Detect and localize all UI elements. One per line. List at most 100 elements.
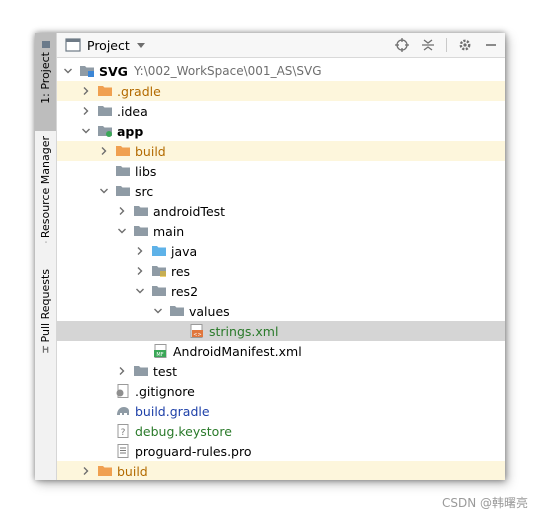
- chevron-down-icon[interactable]: [81, 121, 91, 141]
- chevron-down-icon[interactable]: [136, 41, 146, 49]
- tree-row-test[interactable]: test: [57, 361, 505, 381]
- svg-text:?: ?: [121, 428, 126, 438]
- left-tool-strip: 1: Project Resource Manager Pull Request…: [35, 33, 57, 480]
- tree-row-gradle-dir[interactable]: .gradle: [57, 81, 505, 101]
- tree-row-android-manifest[interactable]: MF AndroidManifest.xml: [57, 341, 505, 361]
- tree-label: proguard-rules.pro: [135, 443, 252, 459]
- tree-row-idea[interactable]: .idea: [57, 101, 505, 121]
- panel-header: Project: [57, 33, 505, 58]
- chevron-down-icon[interactable]: [135, 281, 145, 301]
- text-file-icon: [115, 444, 131, 458]
- chevron-down-icon[interactable]: [63, 61, 73, 81]
- folder-icon: [133, 364, 149, 378]
- chevron-right-icon[interactable]: [135, 241, 145, 261]
- tree-label: SVG: [99, 63, 128, 79]
- project-view-icon: [65, 38, 81, 52]
- tab-pull-requests-label: Pull Requests: [39, 269, 52, 343]
- gradle-icon: [115, 404, 131, 418]
- resource-manager-icon: [44, 241, 47, 243]
- folder-icon: [97, 464, 113, 478]
- tree-label: debug.keystore: [135, 423, 232, 439]
- tab-project-label: 1: Project: [39, 52, 52, 104]
- folder-icon: [133, 204, 149, 218]
- folder-icon: [115, 184, 131, 198]
- tree-row-res2[interactable]: res2: [57, 281, 505, 301]
- tree-label: libs: [135, 163, 157, 179]
- minimize-icon[interactable]: [483, 37, 499, 53]
- project-panel: Project SVG Y:\002_WorkSpace\001_AS\SVG …: [57, 33, 505, 480]
- tree-row-gitignore[interactable]: .gitignore: [57, 381, 505, 401]
- tree-row-app-build[interactable]: build: [57, 141, 505, 161]
- svg-text:MF: MF: [156, 352, 163, 358]
- tree-row-svg[interactable]: SVG Y:\002_WorkSpace\001_AS\SVG: [57, 61, 505, 81]
- pull-request-icon: [42, 346, 48, 354]
- header-separator: [446, 38, 447, 52]
- watermark: CSDN @韩曙亮: [441, 496, 528, 510]
- tree-label: build: [117, 463, 148, 479]
- chevron-down-icon[interactable]: [117, 221, 127, 241]
- locate-icon[interactable]: [394, 37, 410, 53]
- tree-label: main: [153, 223, 185, 239]
- tree-label: src: [135, 183, 154, 199]
- xml-file-icon: <>: [189, 324, 205, 338]
- tree-label: strings.xml: [209, 323, 279, 339]
- tree-label: app: [117, 123, 144, 139]
- tree-label: .gitignore: [135, 383, 195, 399]
- tree-label: .gradle: [117, 83, 161, 99]
- folder-icon: [115, 164, 131, 178]
- tree-label: build.gradle: [135, 403, 210, 419]
- module-folder-icon: [79, 64, 95, 78]
- tree-row-debug-keystore[interactable]: ? debug.keystore: [57, 421, 505, 441]
- unknown-file-icon: ?: [115, 424, 131, 438]
- gitignore-file-icon: [115, 384, 131, 398]
- tree-row-java[interactable]: java: [57, 241, 505, 261]
- source-folder-icon: [151, 244, 167, 258]
- chevron-down-icon[interactable]: [99, 181, 109, 201]
- tree-label: res: [171, 263, 191, 279]
- tree-label: java: [171, 243, 198, 259]
- folder-icon: [115, 144, 131, 158]
- project-icon: [41, 41, 50, 48]
- tree-label: androidTest: [153, 203, 226, 219]
- folder-icon: [97, 84, 113, 98]
- gear-icon[interactable]: [457, 37, 473, 53]
- tree-row-values[interactable]: values: [57, 301, 505, 321]
- collapse-all-icon[interactable]: [420, 37, 436, 53]
- manifest-file-icon: MF: [153, 344, 169, 358]
- tree-row-main[interactable]: main: [57, 221, 505, 241]
- tree-label: build: [135, 143, 166, 159]
- tree-label: test: [153, 363, 178, 379]
- folder-icon: [133, 224, 149, 238]
- chevron-right-icon[interactable]: [81, 101, 91, 121]
- chevron-right-icon[interactable]: [81, 81, 91, 101]
- tree-row-res[interactable]: res: [57, 261, 505, 281]
- tree-row-root-build[interactable]: build: [57, 461, 505, 480]
- view-selector[interactable]: Project: [87, 38, 130, 53]
- svg-text:<>: <>: [193, 332, 201, 338]
- chevron-down-icon[interactable]: [153, 301, 163, 321]
- chevron-right-icon[interactable]: [117, 201, 127, 221]
- folder-icon: [151, 284, 167, 298]
- tab-resource-manager[interactable]: Resource Manager: [35, 136, 56, 246]
- tree-row-build-gradle[interactable]: build.gradle: [57, 401, 505, 421]
- tree-row-src[interactable]: src: [57, 181, 505, 201]
- tree-row-libs[interactable]: libs: [57, 161, 505, 181]
- ide-window: 1: Project Resource Manager Pull Request…: [35, 33, 505, 480]
- tree-row-strings-xml[interactable]: <> strings.xml: [57, 321, 505, 341]
- resource-folder-icon: [151, 264, 167, 278]
- chevron-right-icon[interactable]: [99, 141, 109, 161]
- tab-project[interactable]: 1: Project: [35, 33, 56, 131]
- folder-icon: [169, 304, 185, 318]
- tab-pull-requests[interactable]: Pull Requests: [35, 269, 56, 357]
- tree-row-app[interactable]: app: [57, 121, 505, 141]
- tree-label: values: [189, 303, 230, 319]
- tree-row-proguard-rules[interactable]: proguard-rules.pro: [57, 441, 505, 461]
- chevron-right-icon[interactable]: [117, 361, 127, 381]
- tree-label: res2: [171, 283, 199, 299]
- chevron-right-icon[interactable]: [81, 461, 91, 480]
- tab-resource-manager-label: Resource Manager: [39, 136, 52, 239]
- tree-label: .idea: [117, 103, 148, 119]
- tree-row-androidtest[interactable]: androidTest: [57, 201, 505, 221]
- folder-icon: [97, 104, 113, 118]
- chevron-right-icon[interactable]: [135, 261, 145, 281]
